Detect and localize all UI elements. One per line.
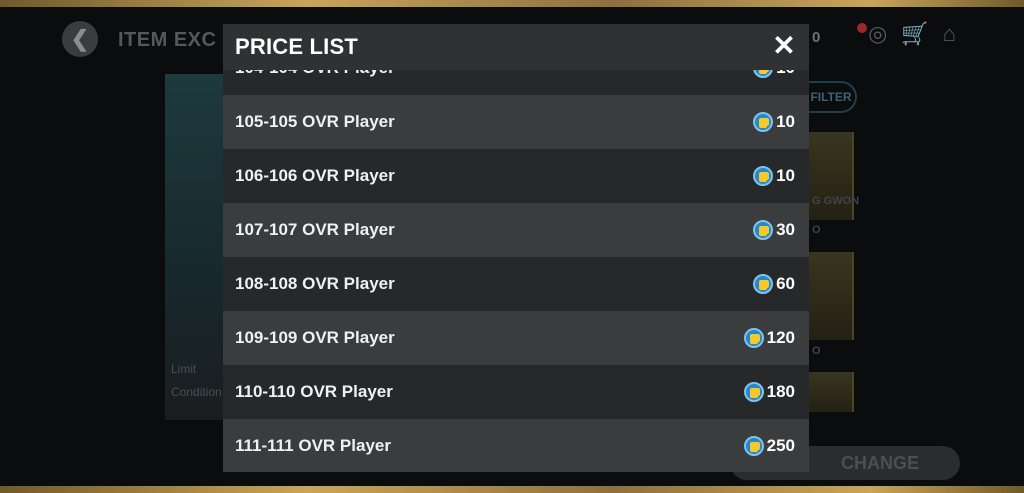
target-icon[interactable]: ◎: [868, 21, 887, 47]
close-icon: ✕: [772, 30, 796, 61]
coin-icon: [753, 274, 774, 294]
price-value: 180: [766, 382, 795, 401]
row-label: 109-109 OVR Player: [235, 328, 395, 347]
price: 10: [753, 112, 795, 132]
close-button[interactable]: ✕: [771, 30, 797, 61]
price-value: 10: [776, 112, 795, 131]
price: 120: [743, 328, 795, 348]
list-item: 109-109 OVR Player 120: [223, 311, 809, 365]
home-icon[interactable]: ⌂: [943, 21, 956, 47]
row-label: 105-105 OVR Player: [235, 112, 395, 131]
price-value: 250: [766, 436, 795, 455]
row-label: 111-111 OVR Player: [235, 436, 391, 455]
coin-icon: [743, 328, 764, 348]
list-item: 108-108 OVR Player 60: [223, 257, 809, 311]
limit-label: Limit: [171, 362, 197, 376]
player-card[interactable]: [808, 372, 854, 412]
back-button[interactable]: ❮: [62, 21, 98, 57]
coin-icon: [753, 112, 774, 132]
notification-dot: [857, 23, 867, 33]
condition-label: Condition: [171, 385, 222, 399]
chevron-left-icon: ❮: [70, 26, 90, 51]
price-list-modal: PRICE LIST ✕ 104-104 OVR Player 10 105-1…: [223, 24, 809, 472]
price: 10: [753, 166, 795, 186]
page-title: ITEM EXC: [118, 29, 217, 51]
cart-icon[interactable]: 🛒: [901, 21, 928, 47]
filter-button[interactable]: FILTER: [807, 81, 857, 113]
gold-frame-top: [0, 0, 1024, 7]
price-value: 30: [776, 220, 795, 239]
price-list[interactable]: 104-104 OVR Player 10 105-105 OVR Player…: [223, 41, 809, 472]
price-value: 120: [766, 328, 795, 347]
player-card-text: O: [812, 224, 821, 236]
list-item: 105-105 OVR Player 10: [223, 95, 809, 149]
player-card-text: O: [812, 345, 821, 357]
coin-icon: [753, 166, 774, 186]
row-label: 107-107 OVR Player: [235, 220, 395, 239]
coin-count: 0: [812, 29, 821, 46]
price: 30: [753, 220, 795, 240]
modal-title: PRICE LIST: [235, 34, 359, 59]
player-card-name: G GWON: [812, 195, 860, 207]
list-item: 107-107 OVR Player 30: [223, 203, 809, 257]
price: 250: [743, 436, 795, 456]
price-value: 60: [776, 274, 795, 293]
player-card[interactable]: [808, 252, 854, 340]
exchange-label: CHANGE: [840, 453, 919, 473]
coin-icon: [743, 436, 764, 456]
price: 180: [743, 382, 795, 402]
price-value: 10: [776, 166, 795, 185]
row-label: 108-108 OVR Player: [235, 274, 395, 293]
gold-frame-bottom: [0, 486, 1024, 493]
coin-icon: [743, 382, 764, 402]
row-label: 106-106 OVR Player: [235, 166, 395, 185]
row-label: 110-110 OVR Player: [235, 382, 393, 401]
coin-icon: [753, 220, 774, 240]
header-icons: ◎ 🛒 ⌂: [868, 21, 956, 47]
list-item: 110-110 OVR Player 180: [223, 365, 809, 419]
price: 60: [753, 274, 795, 294]
modal-header: PRICE LIST ✕: [223, 24, 809, 70]
list-item: 111-111 OVR Player 250: [223, 419, 809, 472]
list-item: 106-106 OVR Player 10: [223, 149, 809, 203]
